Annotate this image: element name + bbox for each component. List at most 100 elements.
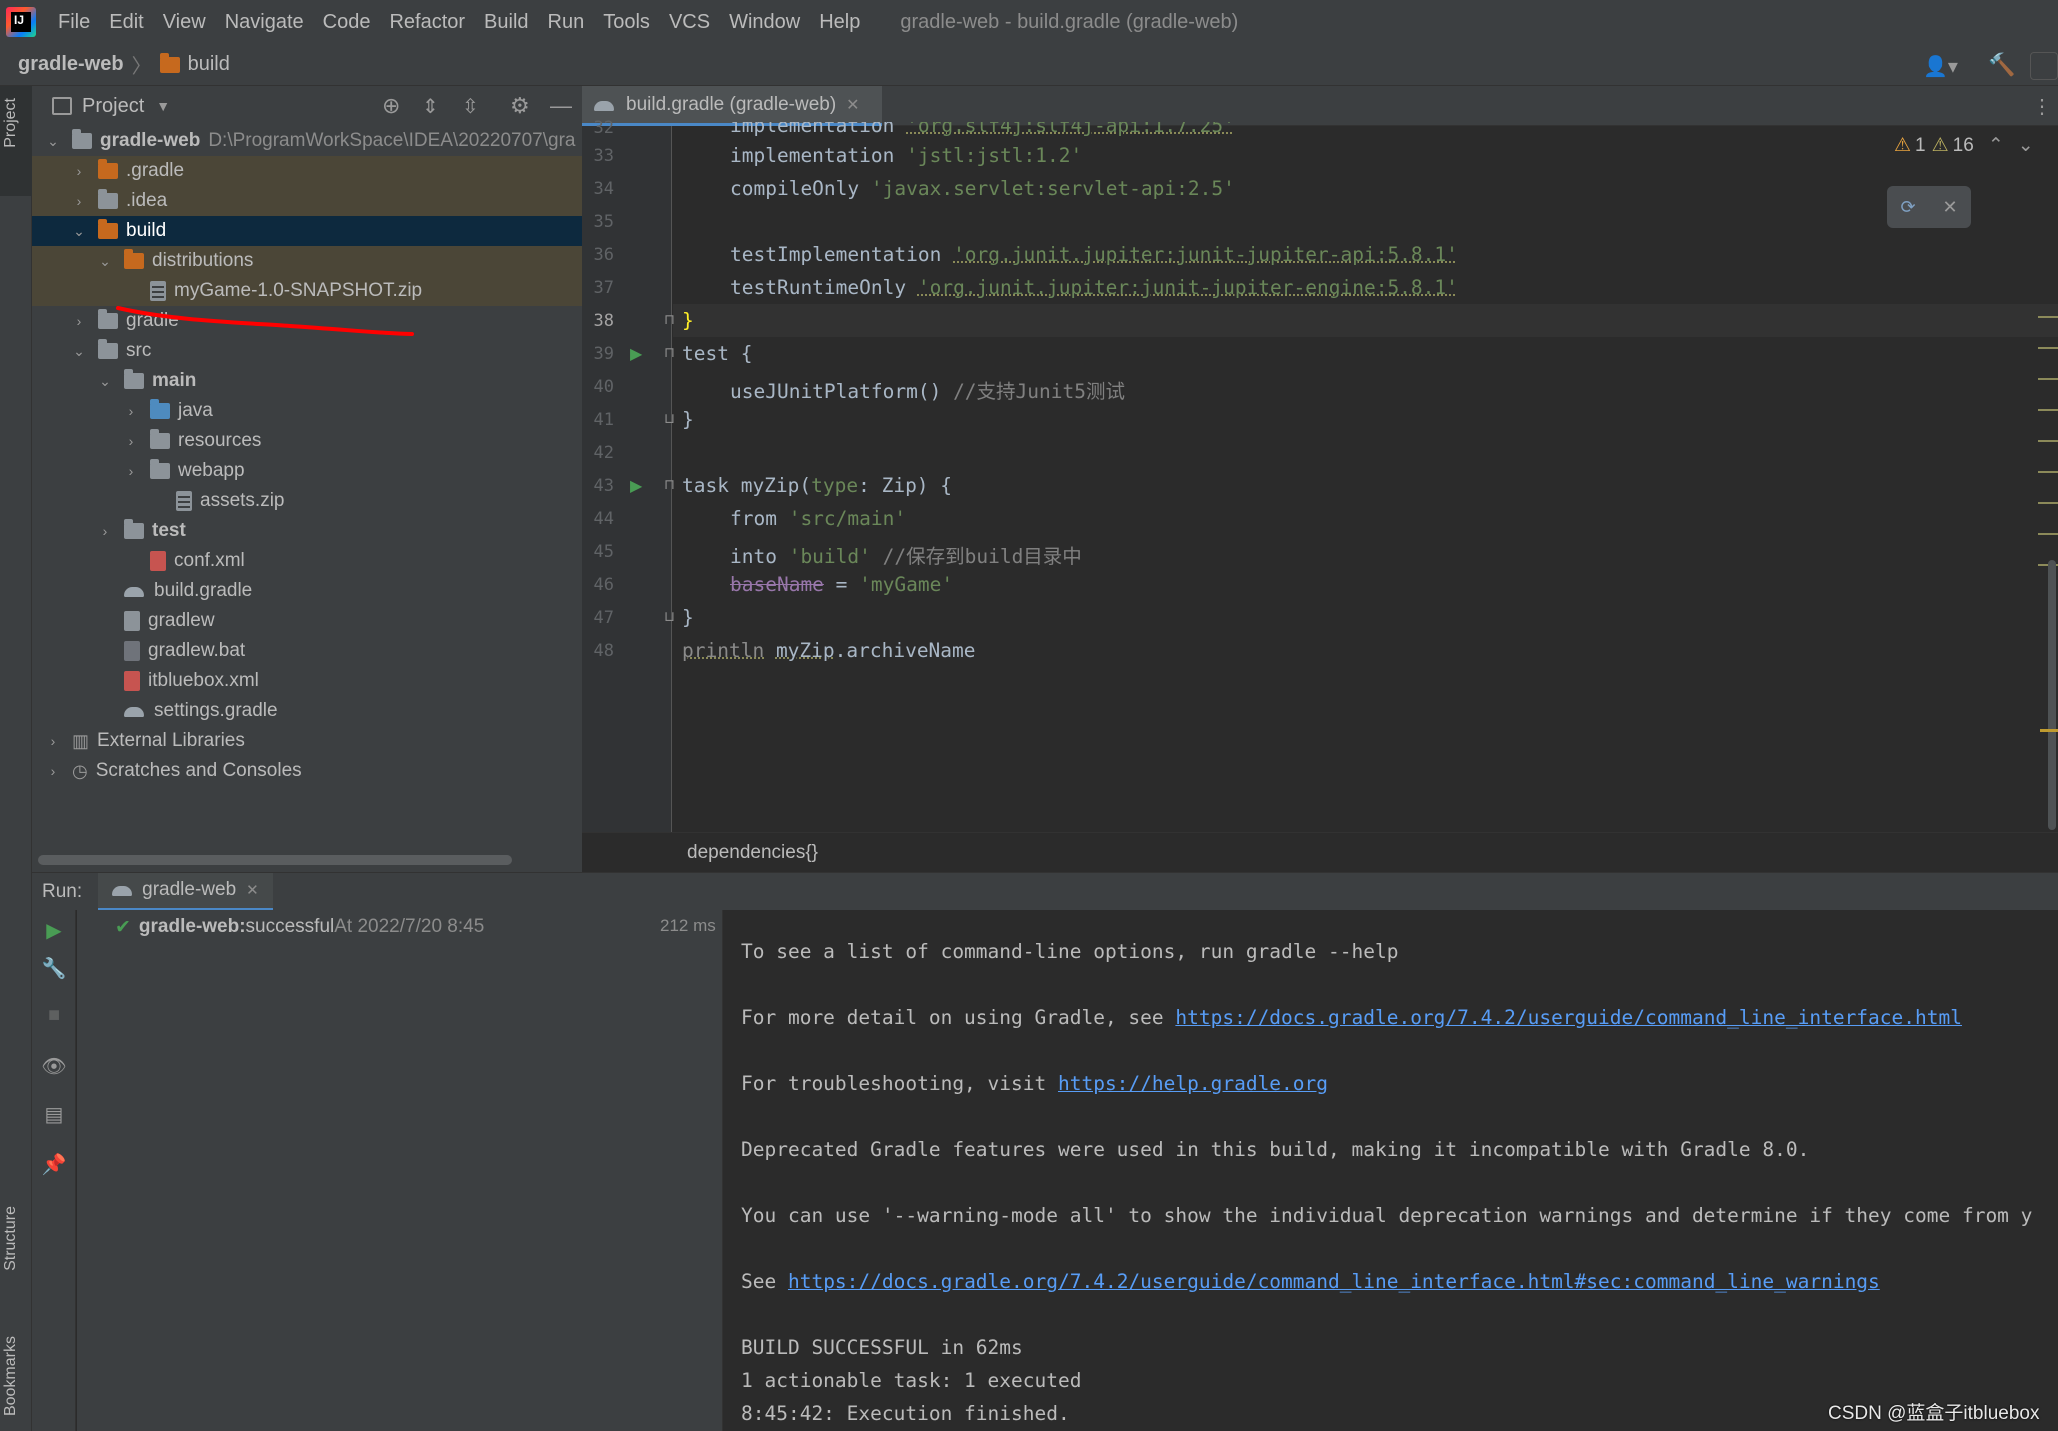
tree-item[interactable]: › .idea (32, 186, 582, 216)
inspection-widget[interactable]: ⚠ 1 ⚠ 16 ⌃ ⌄ (1894, 134, 2034, 157)
fold-marker-icon[interactable]: ⊔ (664, 608, 675, 625)
tree-item-selected[interactable]: ⌄ build (32, 216, 582, 246)
tree-item[interactable]: ⌄ src (32, 336, 582, 366)
folder-icon (124, 369, 144, 389)
tree-item[interactable]: conf.xml (32, 546, 582, 576)
tree-item[interactable]: settings.gradle (32, 696, 582, 726)
side-tab-structure[interactable]: Structure (2, 1206, 20, 1271)
console-link[interactable]: https://docs.gradle.org/7.4.2/userguide/… (788, 1270, 1880, 1293)
chevron-right-icon: › (128, 463, 134, 479)
folder-icon (159, 52, 180, 73)
folder-icon (98, 219, 118, 239)
tree-item-label: build.gradle (154, 580, 253, 601)
chevron-down-icon: ⌄ (73, 342, 85, 359)
run-config-icon[interactable] (2030, 52, 2058, 80)
chevron-right-icon: › (76, 193, 82, 209)
menu-build[interactable]: Build (484, 11, 528, 34)
editor-scrollbar[interactable] (2048, 560, 2056, 830)
tree-item[interactable]: build.gradle (32, 576, 582, 606)
collapse-all-icon[interactable]: ⇳ (462, 94, 479, 119)
locate-target-icon[interactable]: ⊕ (382, 93, 400, 119)
menu-vcs[interactable]: VCS (669, 11, 710, 34)
tree-item[interactable]: › java (32, 396, 582, 426)
more-options-icon[interactable]: ⋮ (2032, 94, 2052, 119)
run-gutter-icon[interactable]: ▶ (630, 476, 642, 496)
next-highlight-icon[interactable]: ⌄ (2018, 134, 2034, 157)
console-link[interactable]: https://docs.gradle.org/7.4.2/userguide/… (1175, 1006, 1962, 1029)
gradle-file-icon (594, 97, 616, 113)
side-tab-bookmarks[interactable]: Bookmarks (2, 1336, 20, 1416)
run-tab-gradle-web[interactable]: gradle-web ✕ (98, 872, 273, 911)
editor-tab-build-gradle[interactable]: build.gradle (gradle-web) ✕ (582, 86, 882, 126)
fold-marker-icon[interactable]: ⊔ (664, 410, 675, 427)
menu-window[interactable]: Window (729, 11, 800, 34)
menu-tools[interactable]: Tools (603, 11, 650, 34)
hide-panel-icon[interactable]: — (550, 93, 572, 119)
tree-item[interactable]: › ◷ Scratches and Consoles (32, 756, 582, 786)
project-scrollbar[interactable] (38, 855, 512, 865)
build-hammer-icon[interactable]: 🔨 (1988, 52, 2015, 78)
run-tree-item[interactable]: ✔ gradle-web: successful At 2022/7/20 8:… (115, 912, 715, 942)
console-line: For troubleshooting, visit https://help.… (741, 1072, 1329, 1095)
menu-code[interactable]: Code (323, 11, 371, 34)
tree-root[interactable]: ⌄ gradle-web D:\ProgramWorkSpace\IDEA\20… (32, 126, 582, 156)
project-panel-title[interactable]: Project (82, 95, 144, 118)
watermark: CSDN @蓝盒子itbluebox (1828, 1403, 2040, 1424)
nav-folder-build[interactable]: build (188, 53, 230, 76)
tree-item[interactable]: › webapp (32, 456, 582, 486)
gear-icon[interactable]: ⚙ (510, 93, 530, 119)
tree-item-label: build (126, 220, 167, 241)
line-number: 48 (593, 641, 614, 661)
fold-marker-icon[interactable]: ⊓ (664, 476, 675, 493)
previous-highlight-icon[interactable]: ⌃ (1988, 134, 2004, 157)
side-tab-project[interactable]: Project (2, 98, 20, 148)
fold-marker-icon[interactable]: ⊓ (664, 311, 675, 328)
fold-marker-icon[interactable]: ⊓ (664, 344, 675, 361)
gradle-file-icon (124, 583, 146, 599)
tree-item[interactable]: assets.zip (32, 486, 582, 516)
rerun-icon[interactable]: ▶ (40, 918, 68, 946)
close-icon[interactable]: ✕ (1942, 197, 1957, 218)
window-title: gradle-web - build.gradle (gradle-web) (900, 10, 1239, 33)
menu-edit[interactable]: Edit (109, 11, 143, 34)
breadcrumb-item[interactable]: dependencies{} (687, 842, 818, 864)
tree-item[interactable]: ⌄ main (32, 366, 582, 396)
warning-count: 16 (1952, 134, 1974, 156)
shell-file-icon (124, 611, 140, 631)
stop-icon[interactable]: ■ (40, 1004, 68, 1032)
tree-item[interactable]: › resources (32, 426, 582, 456)
nav-project[interactable]: gradle-web (18, 53, 124, 76)
menu-refactor[interactable]: Refactor (389, 11, 465, 34)
menu-view[interactable]: View (163, 11, 206, 34)
tree-item[interactable]: › .gradle (32, 156, 582, 186)
run-tab-label: gradle-web (142, 879, 237, 900)
tree-item[interactable]: gradlew (32, 606, 582, 636)
wrench-icon[interactable]: 🔧 (40, 956, 68, 984)
run-panel-header: Run: gradle-web ✕ (32, 872, 2058, 911)
eye-icon[interactable]: 👁 (40, 1054, 68, 1082)
run-gutter-icon[interactable]: ▶ (630, 344, 642, 364)
console-link[interactable]: https://help.gradle.org (1058, 1072, 1328, 1095)
menu-run[interactable]: Run (548, 11, 585, 34)
gradle-elephant-icon (112, 882, 134, 898)
tree-item[interactable]: ⌄ distributions (32, 246, 582, 276)
menu-file[interactable]: File (58, 11, 90, 34)
chevron-right-icon: › (76, 163, 82, 179)
user-icon[interactable]: 👤▾ (1923, 54, 1958, 79)
gradle-reload-icon[interactable]: ⟳ (1900, 197, 1915, 218)
tree-item[interactable]: gradlew.bat (32, 636, 582, 666)
menu-help[interactable]: Help (819, 11, 860, 34)
tree-item[interactable]: › test (32, 516, 582, 546)
warning-icon: ⚠ (1931, 135, 1949, 156)
tree-item[interactable]: itbluebox.xml (32, 666, 582, 696)
close-icon[interactable]: ✕ (246, 881, 259, 899)
pin-icon[interactable]: 📌 (40, 1152, 68, 1180)
close-icon[interactable]: ✕ (846, 95, 859, 115)
expand-all-icon[interactable]: ⇕ (422, 94, 439, 119)
dropdown-arrow-icon[interactable]: ▼ (156, 98, 170, 114)
tree-item[interactable]: › ▥ External Libraries (32, 726, 582, 756)
tree-root-path: D:\ProgramWorkSpace\IDEA\20220707\gra (208, 130, 576, 151)
menu-navigate[interactable]: Navigate (225, 11, 304, 34)
source-folder-icon (150, 399, 170, 419)
layout-icon[interactable]: ▤ (40, 1102, 68, 1130)
